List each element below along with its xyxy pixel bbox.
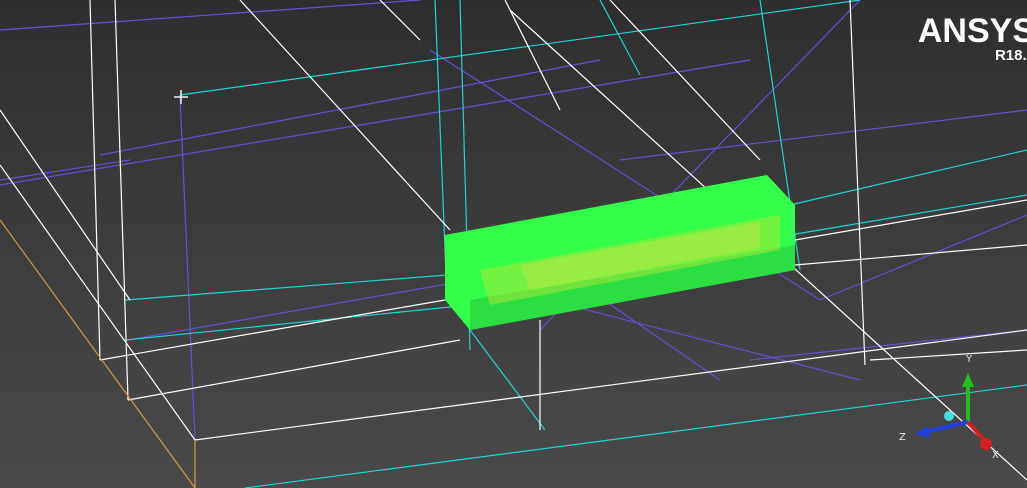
x-axis-label: X xyxy=(992,450,999,461)
crosshair-marker xyxy=(174,90,188,104)
coordinate-triad[interactable]: Y Z X xyxy=(899,354,999,461)
purple-wireframe xyxy=(0,0,1027,441)
x-axis-arrow xyxy=(966,420,986,442)
z-axis-label: Z xyxy=(899,432,906,443)
brand-name: ANSYS xyxy=(917,12,1027,50)
y-axis-label: Y xyxy=(965,354,973,365)
x-axis-head xyxy=(980,438,992,450)
z-axis-arrow xyxy=(924,420,969,434)
meshed-body[interactable] xyxy=(445,175,795,330)
y-axis-arrowhead xyxy=(962,373,974,387)
triad-origin-icon xyxy=(944,411,954,421)
graphics-viewport[interactable]: Y Z X ANSYS R18.1 xyxy=(0,0,1027,488)
z-axis-arrowhead xyxy=(915,426,930,438)
model-scene[interactable]: Y Z X xyxy=(0,0,1027,488)
ansys-logo: ANSYS R18.1 xyxy=(918,14,1027,64)
version-label: R18.1 xyxy=(994,47,1027,64)
